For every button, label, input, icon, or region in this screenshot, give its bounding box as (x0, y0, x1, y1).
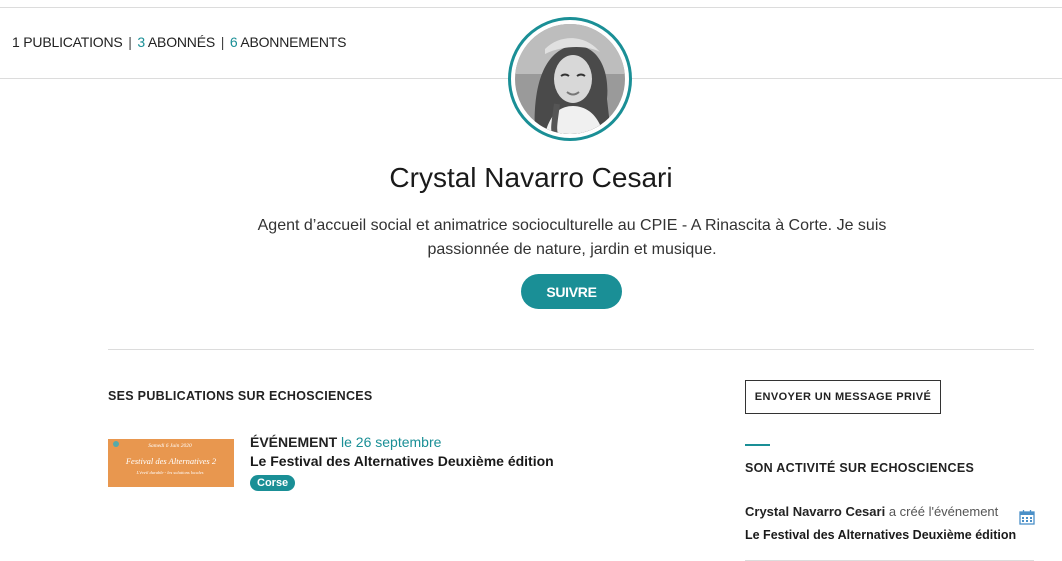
subscribers-stat[interactable]: 3 ABONNÉS (137, 34, 215, 50)
follow-button[interactable]: SUIVRE (521, 274, 622, 309)
publication-thumbnail[interactable]: Samedi 6 Juin 2020 Festival des Alternat… (108, 439, 234, 487)
avatar (508, 17, 632, 141)
publications-heading: SES PUBLICATIONS SUR ECHOSCIENCES (108, 389, 373, 403)
section-divider (108, 349, 1034, 350)
profile-bio: Agent d’accueil social et animatrice soc… (257, 217, 887, 258)
private-message-button[interactable]: ENVOYER UN MESSAGE PRIVÉ (745, 380, 941, 414)
profile-stats: 1 PUBLICATIONS | 3 ABONNÉS | 6 ABONNEMEN… (12, 34, 347, 50)
festival-poster-image: Samedi 6 Juin 2020 Festival des Alternat… (108, 439, 234, 487)
publication-type: ÉVÉNEMENT le 26 septembre (250, 434, 442, 450)
activity-verb: a créé l'événement (888, 504, 999, 519)
publication-date: le 26 septembre (341, 434, 442, 450)
svg-text:Festival des Alternatives 2: Festival des Alternatives 2 (125, 456, 217, 466)
subscriptions-stat[interactable]: 6 ABONNEMENTS (230, 34, 347, 50)
svg-text:Samedi 6 Juin 2020: Samedi 6 Juin 2020 (148, 443, 192, 449)
location-tag[interactable]: Corse (250, 475, 296, 491)
avatar-photo (515, 24, 625, 134)
publications-stat[interactable]: 1 PUBLICATIONS (12, 34, 123, 50)
activity-user-link[interactable]: Crystal Navarro Cesari (745, 504, 885, 519)
activity-item: Crystal Navarro Cesari a créé l'événemen… (745, 504, 998, 519)
svg-text:L'éveil durable - les solution: L'éveil durable - les solutions locales (135, 470, 203, 475)
activity-object-link[interactable]: Le Festival des Alternatives Deuxième éd… (745, 528, 1016, 542)
publication-title-link[interactable]: Le Festival des Alternatives Deuxième éd… (250, 453, 554, 469)
activity-heading: SON ACTIVITÉ SUR ECHOSCIENCES (745, 461, 975, 475)
calendar-icon (1019, 510, 1035, 525)
activity-accent-line (745, 444, 770, 446)
profile-name: Crystal Navarro Cesari (389, 162, 673, 193)
